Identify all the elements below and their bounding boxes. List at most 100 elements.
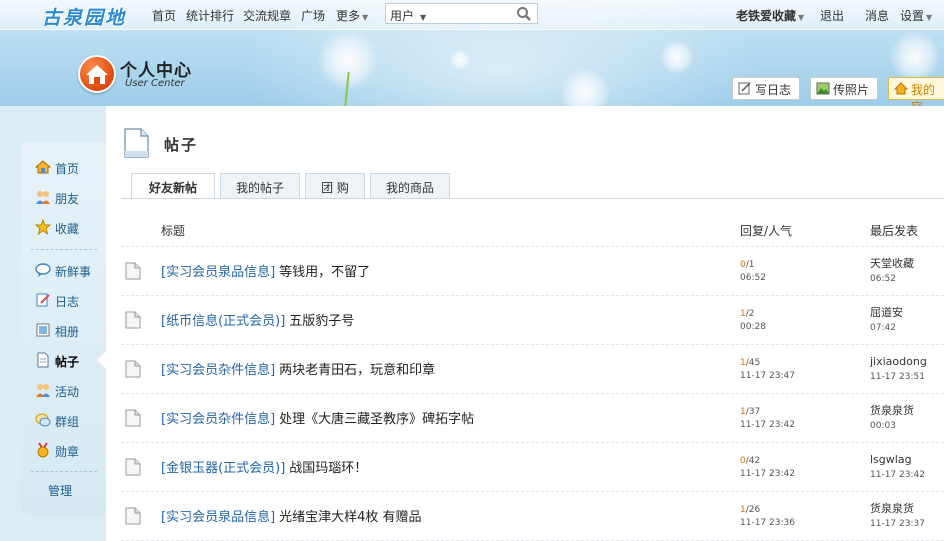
bubble-icon: [35, 263, 51, 277]
post-stats: 1/45 11-17 23:47: [740, 357, 795, 383]
nav-more-label: 更多: [336, 9, 361, 23]
sidebar-item-label: 首页: [55, 162, 80, 176]
chevron-down-icon: ▼: [926, 13, 933, 22]
last-post-user[interactable]: lsgwlag: [870, 453, 912, 466]
last-post-user[interactable]: 货泉泉货: [870, 404, 914, 417]
sidebar-item-label: 朋友: [55, 192, 80, 206]
sidebar-manage-link[interactable]: 管理: [48, 482, 72, 499]
post-link[interactable]: [实习会员泉品信息] 等钱用，不留了: [161, 261, 370, 280]
table-row: [实习会员杂件信息] 处理《大唐三藏圣教序》碑拓字帖 1/37 11-17 23:4…: [106, 394, 944, 443]
last-post-user[interactable]: 货泉泉货: [870, 502, 914, 515]
friends-icon: [36, 191, 50, 204]
last-post-time: 00:03: [870, 421, 896, 431]
nav-home[interactable]: 首页: [152, 7, 176, 24]
last-post-time: 06:52: [870, 274, 896, 284]
nav-rankings[interactable]: 统计排行: [186, 7, 234, 24]
view-count: /42: [745, 456, 761, 466]
sidebar-divider: [31, 471, 97, 472]
table-row: [实习会员泉品信息] 光绪宝津大样4枚 有赠品 1/26 11-17 23:36 货…: [106, 492, 944, 541]
nav-more[interactable]: 更多 ▼: [336, 7, 368, 24]
post-title: 五版豹子号: [289, 314, 355, 329]
post-title: 处理《大唐三藏圣教序》碑拓字帖: [279, 412, 475, 427]
last-post-user[interactable]: 屈道安: [870, 306, 903, 319]
post-time: 06:52: [740, 273, 766, 283]
user-center-logo: [78, 55, 116, 93]
table-row: [实习会员泉品信息] 等钱用，不留了 0/1 06:52 天堂收藏 06:52: [106, 247, 944, 296]
tab-my-goods[interactable]: 我的商品: [370, 173, 450, 199]
settings-label: 设置: [900, 9, 925, 23]
header-banner: 古泉园地 首页 统计排行 交流规章 广场 更多 ▼ 用户 ▼ 老铁爱收藏 ▼ 退出 消…: [0, 0, 944, 106]
post-category: [实习会员泉品信息]: [161, 265, 276, 280]
post-time: 00:28: [740, 322, 766, 332]
settings-link[interactable]: 设置 ▼: [900, 7, 932, 24]
post-title: 光绪宝津大样4枚 有赠品: [279, 510, 422, 525]
write-journal-button[interactable]: 写日志: [732, 77, 800, 100]
post-link[interactable]: [纸币信息(正式会员)] 五版豹子号: [161, 310, 354, 329]
username: 老铁爱收藏: [736, 9, 797, 23]
post-link[interactable]: [实习会员泉品信息] 光绪宝津大样4枚 有赠品: [161, 506, 422, 525]
search-type-dropdown[interactable]: 用户 ▼: [390, 7, 426, 24]
post-stats: 1/26 11-17 23:36: [740, 504, 795, 530]
post-stats: 1/2 00:28: [740, 308, 766, 334]
view-count: /2: [745, 309, 755, 319]
post-stats: 0/42 11-17 23:42: [740, 455, 795, 481]
sidebar-item-label: 活动: [55, 385, 80, 399]
last-post-time: 11-17 23:51: [870, 372, 925, 382]
post-link[interactable]: [实习会员杂件信息] 处理《大唐三藏圣教序》碑拓字帖: [161, 408, 474, 427]
view-count: /26: [745, 505, 761, 515]
tab-my-posts[interactable]: 我的帖子: [220, 173, 300, 199]
column-header-stats: 回复/人气: [740, 224, 793, 238]
my-space-button[interactable]: 我的空: [888, 77, 944, 106]
home-icon: [35, 160, 51, 174]
sidebar-item-label: 新鲜事: [55, 265, 92, 279]
main-panel: 帖子 好友新帖 我的帖子 团 购 我的商品 标题 回复/人气 最后发表 [实习会…: [106, 106, 944, 541]
view-count: /37: [745, 407, 761, 417]
last-post-time: 11-17 23:37: [870, 519, 925, 529]
table-row: [金银玉器(正式会员)] 战国玛瑙环！ 0/42 11-17 23:42 lsgwl…: [106, 443, 944, 492]
chevron-down-icon: ▼: [798, 13, 805, 22]
post-link[interactable]: [金银玉器(正式会员)] 战国玛瑙环！: [161, 457, 367, 476]
photo-icon: [816, 82, 830, 95]
nav-square[interactable]: 广场: [301, 7, 325, 24]
post-time: 11-17 23:42: [740, 469, 795, 479]
last-post-time: 07:42: [870, 323, 896, 333]
last-post: 屈道安 07:42: [870, 306, 903, 335]
tab-group-buy[interactable]: 团 购: [305, 173, 365, 199]
search-input[interactable]: [458, 5, 514, 22]
search-box: 用户 ▼: [385, 3, 538, 24]
tab-friends-new-posts[interactable]: 好友新帖: [131, 173, 215, 200]
column-header-title: 标题: [161, 224, 186, 238]
last-post-time: 11-17 23:42: [870, 470, 925, 480]
post-link[interactable]: [实习会员杂件信息] 两块老青田石，玩意和印章: [161, 359, 435, 378]
post-category: [金银玉器(正式会员)]: [161, 461, 286, 476]
last-post: 天堂收藏 06:52: [870, 257, 914, 286]
chevron-down-icon: ▼: [362, 13, 369, 22]
sidebar-item-label: 帖子: [55, 355, 80, 369]
tabs-divider: [121, 198, 944, 199]
page-title: 帖子: [164, 136, 199, 154]
post-title: 两块老青田石，玩意和印章: [279, 363, 436, 378]
messages-link[interactable]: 消息: [865, 7, 889, 24]
medal-icon: [37, 442, 49, 458]
activity-icon: [36, 384, 50, 397]
last-post-user[interactable]: jixiaodong: [870, 355, 927, 368]
post-title: 战国玛瑙环！: [289, 461, 368, 476]
user-menu[interactable]: 老铁爱收藏 ▼: [736, 7, 804, 24]
nav-rules[interactable]: 交流规章: [243, 7, 291, 24]
last-post: lsgwlag 11-17 23:42: [870, 453, 925, 482]
search-icon[interactable]: [516, 6, 532, 22]
upload-photo-label: 传照片: [833, 83, 870, 97]
column-header-last: 最后发表: [870, 224, 919, 238]
dandelion-decoration: [890, 32, 940, 82]
logout-link[interactable]: 退出: [820, 7, 844, 24]
user-center-subtitle: User Center: [125, 78, 185, 89]
view-count: /1: [745, 260, 755, 270]
last-post-user[interactable]: 天堂收藏: [870, 257, 914, 270]
sidebar-item-label: 相册: [55, 325, 80, 339]
upload-photo-button[interactable]: 传照片: [810, 77, 878, 100]
chevron-down-icon: ▼: [420, 13, 427, 22]
site-logo[interactable]: 古泉园地: [42, 3, 126, 30]
sidebar-active-pointer: [97, 351, 106, 369]
post-document-icon: [125, 507, 141, 525]
group-icon: [35, 413, 51, 427]
